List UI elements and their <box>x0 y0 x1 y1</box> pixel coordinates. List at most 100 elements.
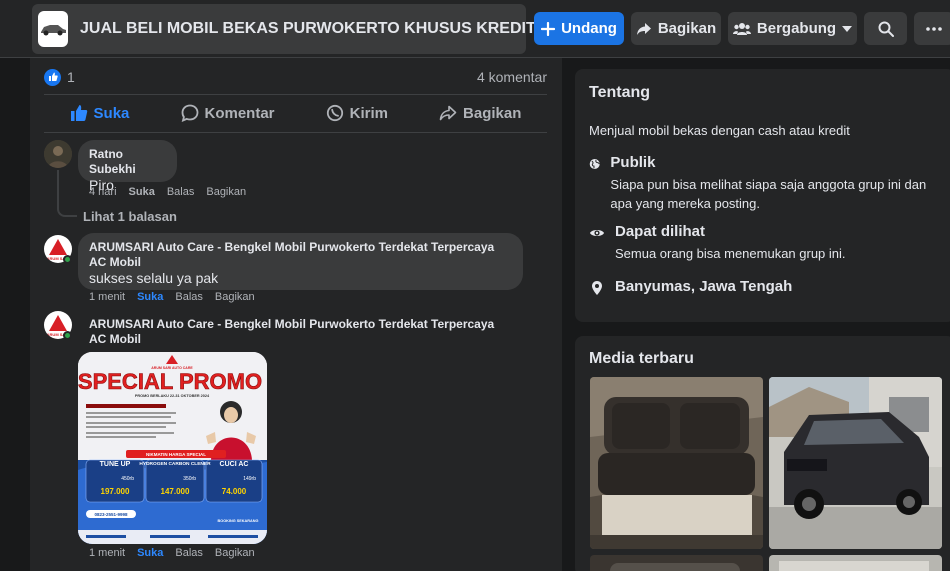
visibility-title: Dapat dilihat <box>615 223 706 240</box>
comment-meta: 1 menit Suka Balas Bagikan <box>89 291 255 303</box>
share-post-label: Bagikan <box>463 104 522 122</box>
privacy-info: Publik Siapa pun bisa melihat siapa saja… <box>589 154 945 213</box>
comment-button[interactable]: Komentar <box>181 104 275 122</box>
about-card: Tentang Menjual mobil bekas dengan cash … <box>575 69 950 322</box>
more-dots-icon <box>926 26 942 31</box>
reaction-count-group[interactable]: 1 <box>44 68 75 86</box>
promo-item-old-price: 149rb <box>243 476 256 482</box>
comment-time[interactable]: 1 menit <box>89 547 125 559</box>
plus-icon <box>541 21 556 36</box>
group-cover-thumbnail <box>38 11 68 47</box>
search-group-button[interactable] <box>864 12 907 45</box>
promo-headline: SPECIAL PROMO <box>78 369 262 394</box>
media-photo[interactable] <box>590 377 763 549</box>
promo-item-price: 74.000 <box>222 487 247 496</box>
reaction-summary: 1 4 komentar <box>44 66 547 88</box>
location-info[interactable]: Banyumas, Jawa Tengah <box>589 278 945 296</box>
comment-count-link[interactable]: 4 komentar <box>477 69 547 85</box>
media-photo[interactable] <box>590 555 763 571</box>
comment-time[interactable]: 4 hari <box>89 186 117 198</box>
send-label: Kirim <box>349 104 388 122</box>
join-label: Bergabung <box>756 20 837 37</box>
promo-item-price: 147.000 <box>161 487 190 496</box>
comment-like-button[interactable]: Suka <box>137 291 163 303</box>
comment-text: sukses selalu ya pak <box>89 270 219 286</box>
view-replies-link[interactable]: Lihat 1 balasan <box>83 209 177 224</box>
comment-share-button[interactable]: Bagikan <box>215 291 255 303</box>
comment-reply-button[interactable]: Balas <box>175 547 203 559</box>
promo-booking: BOOKING SEKARANG <box>218 519 259 523</box>
share-post-button[interactable]: Bagikan <box>439 105 521 122</box>
more-options-button[interactable] <box>914 12 950 45</box>
comment-author[interactable]: ARUMSARI Auto Care - Bengkel Mobil Purwo… <box>89 240 512 270</box>
like-reaction-icon <box>44 68 61 86</box>
comment-like-button[interactable]: Suka <box>137 547 163 559</box>
divider <box>44 132 547 133</box>
globe-icon <box>589 159 600 169</box>
share-group-button[interactable]: Bagikan <box>631 12 721 45</box>
recent-media-card: Media terbaru <box>575 336 950 571</box>
comment-reply-button[interactable]: Balas <box>167 186 195 198</box>
whatsapp-icon <box>326 104 343 122</box>
comment-meta: 1 menit Suka Balas Bagikan <box>89 547 255 559</box>
group-title-box[interactable]: JUAL BELI MOBIL BEKAS PURWOKERTO KHUSUS … <box>32 4 536 54</box>
like-button[interactable]: Suka <box>70 104 130 122</box>
comment-share-button[interactable]: Bagikan <box>206 186 246 198</box>
share-arrow-icon <box>636 22 651 35</box>
location-text: Banyumas, Jawa Tengah <box>615 278 793 295</box>
avatar[interactable] <box>44 140 72 168</box>
eye-icon <box>590 230 604 236</box>
group-description: Menjual mobil bekas dengan cash atau kre… <box>589 123 850 138</box>
like-label: Suka <box>93 104 130 122</box>
comment-like-button[interactable]: Suka <box>129 186 155 198</box>
visibility-info: Dapat dilihat Semua orang bisa menemukan… <box>589 223 945 263</box>
comment-bubble-icon <box>181 104 198 122</box>
media-title: Media terbaru <box>589 350 694 367</box>
online-status-dot <box>63 255 72 264</box>
comment-label: Komentar <box>204 104 275 122</box>
share-group-label: Bagikan <box>657 20 717 37</box>
media-photo[interactable] <box>769 555 942 571</box>
promo-item-name: TUNE UP <box>100 461 131 468</box>
send-button[interactable]: Kirim <box>326 104 388 122</box>
comment-time[interactable]: 1 menit <box>89 291 125 303</box>
promo-image-attachment[interactable]: ARUM SARI AUTO CARE SPECIAL PROMO PROMO … <box>78 352 267 544</box>
post-action-bar: Suka Komentar Kirim Bagikan <box>44 98 547 128</box>
promo-item-name: CUCI AC <box>220 461 249 468</box>
promo-item-name: HYDROGEN CARBON CLENER <box>139 461 211 467</box>
promo-item-price: 197.000 <box>101 487 130 496</box>
privacy-title: Publik <box>610 154 656 171</box>
promo-phone: 0823-2551-9998 <box>94 512 128 517</box>
invite-button[interactable]: Undang <box>534 12 624 45</box>
join-button[interactable]: Bergabung <box>728 12 857 45</box>
privacy-description: Siapa pun bisa melihat siapa saja anggot… <box>610 177 927 211</box>
promo-item-old-price: 450rb <box>121 476 134 482</box>
promo-period: PROMO BERLAKU 22-31 OKTOBER 2024 <box>135 394 210 398</box>
reply-thread-line <box>57 170 77 217</box>
pin-icon <box>592 281 602 295</box>
media-photo[interactable] <box>769 377 942 549</box>
reaction-count: 1 <box>67 69 75 85</box>
about-title: Tentang <box>589 84 651 101</box>
comment-meta: 4 hari Suka Balas Bagikan <box>89 186 246 198</box>
chevron-down-icon <box>842 25 853 32</box>
divider <box>44 94 547 95</box>
comment-share-button[interactable]: Bagikan <box>215 547 255 559</box>
group-header-bar: JUAL BELI MOBIL BEKAS PURWOKERTO KHUSUS … <box>0 0 950 58</box>
invite-label: Undang <box>561 20 617 37</box>
promo-section: NIKMATIN HARGA SPECIAL <box>146 452 206 457</box>
thumbs-up-icon <box>70 105 87 121</box>
comment-bubble: ARUMSARI Auto Care - Bengkel Mobil Purwo… <box>78 233 523 290</box>
group-title: JUAL BELI MOBIL BEKAS PURWOKERTO KHUSUS … <box>80 20 536 37</box>
post-card: 1 4 komentar Suka Komentar Kirim Bagikan… <box>30 58 562 571</box>
comment-author[interactable]: ARUMSARI Auto Care - Bengkel Mobil Purwo… <box>89 317 509 347</box>
people-icon <box>732 22 751 35</box>
comment-reply-button[interactable]: Balas <box>175 291 203 303</box>
comment-bubble: Ratno Subekhi Piro <box>78 140 177 193</box>
promo-item-old-price: 350rb <box>183 476 196 482</box>
visibility-description: Semua orang bisa menemukan grup ini. <box>615 246 846 261</box>
search-icon <box>878 21 894 37</box>
comment-author[interactable]: Ratno Subekhi <box>89 147 166 177</box>
online-status-dot <box>63 331 72 340</box>
share-arrow-icon <box>439 105 457 121</box>
